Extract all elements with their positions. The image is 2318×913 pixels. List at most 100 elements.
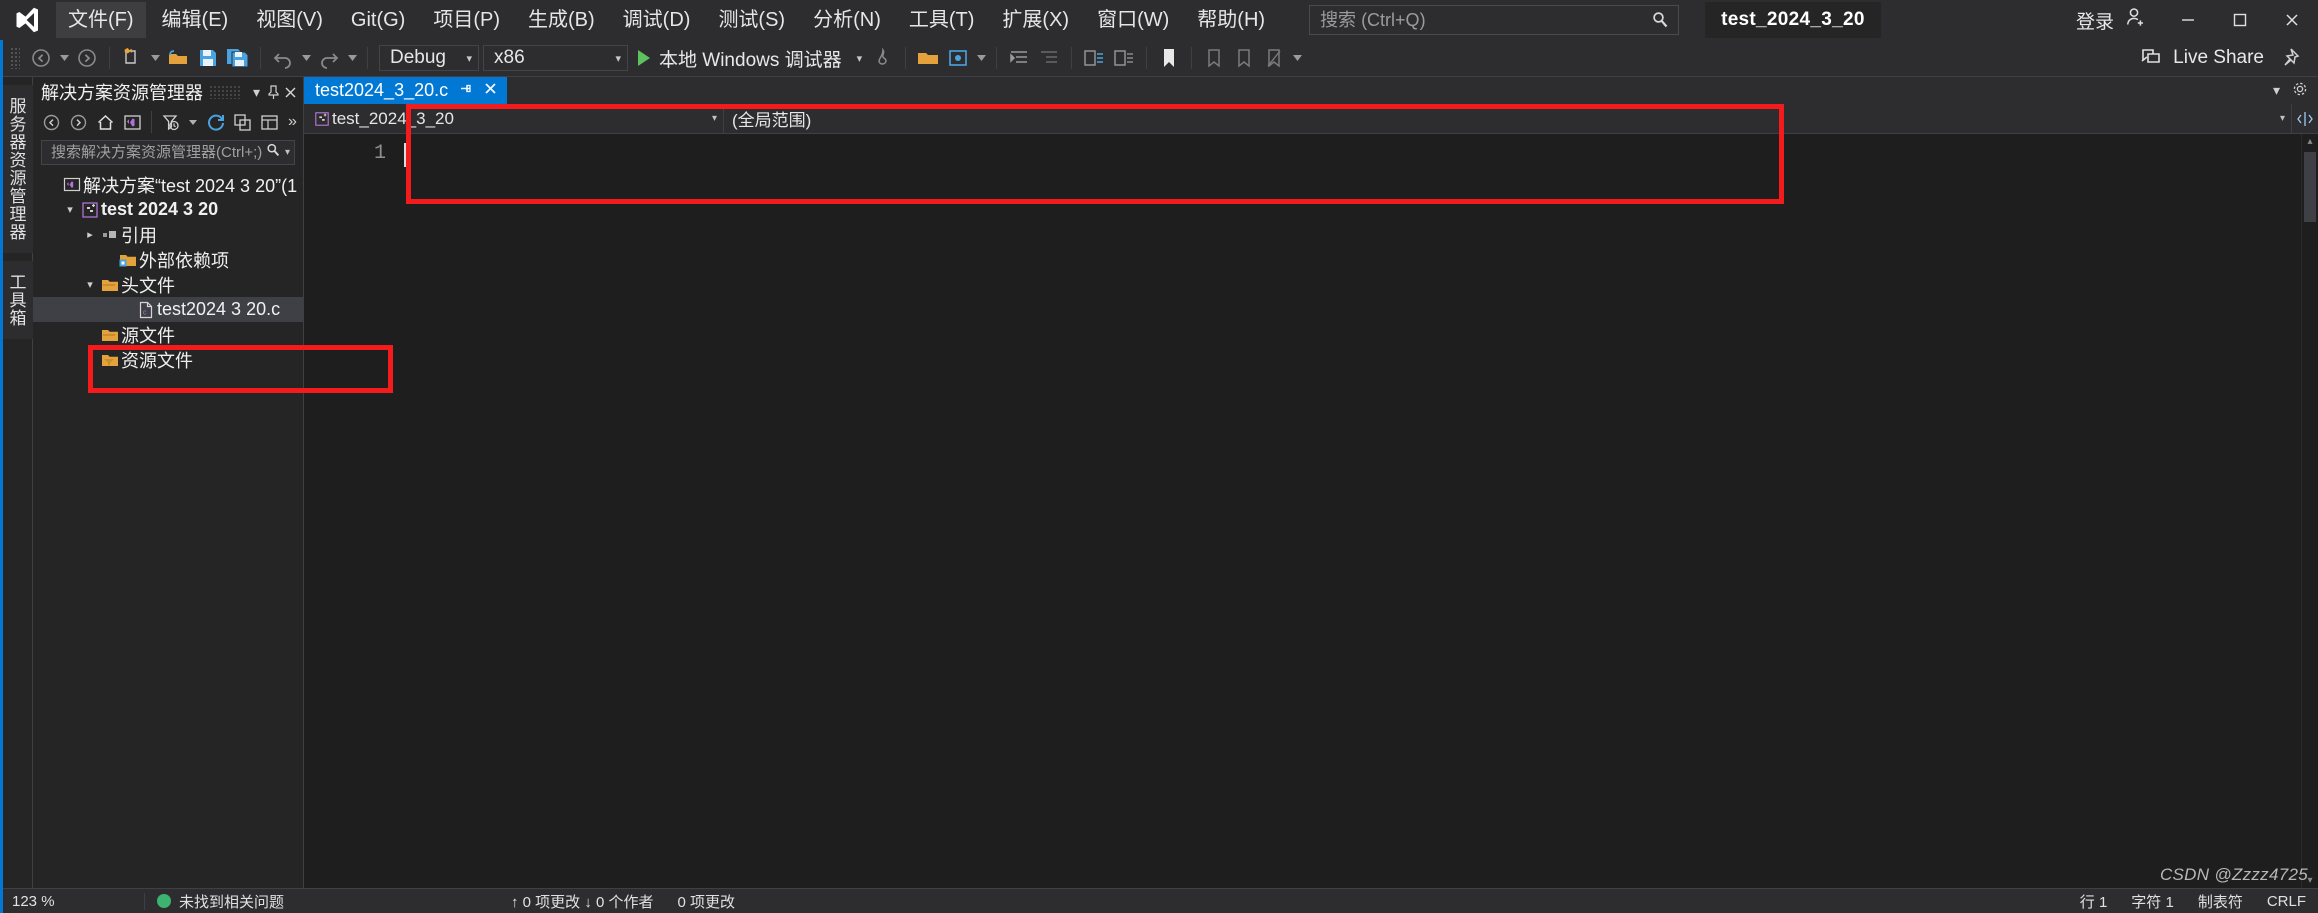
menu-item-tools[interactable]: 工具(T) [897, 2, 987, 38]
close-icon[interactable] [483, 81, 498, 101]
select-item-icon[interactable] [913, 43, 943, 73]
twisty[interactable]: ▾ [81, 278, 99, 291]
chevron-down-icon[interactable]: ▾ [857, 52, 863, 65]
start-debugging-button[interactable]: 本地 Windows 调试器 ▾ [628, 43, 868, 73]
tree-item-external-dependencies[interactable]: 外部依赖项 [33, 247, 303, 272]
pin-icon[interactable] [2274, 43, 2304, 73]
toolbar-overflow-icon[interactable] [1289, 43, 1305, 73]
menu-item-test[interactable]: 测试(S) [706, 2, 797, 38]
comment-lines-icon[interactable] [1079, 43, 1109, 73]
menu-item-edit[interactable]: 编辑(E) [150, 2, 241, 38]
platform-dropdown[interactable]: x86 ▾ [483, 45, 628, 71]
preview-dropdown[interactable] [973, 43, 989, 73]
nav-back-icon[interactable] [39, 110, 64, 135]
home-icon[interactable] [93, 110, 118, 135]
indent-decrease-icon[interactable] [1004, 43, 1034, 73]
menu-item-analyze[interactable]: 分析(N) [801, 2, 893, 38]
settings-icon[interactable] [2292, 81, 2308, 100]
scroll-up-icon[interactable]: ▴ [2302, 136, 2318, 147]
pin-icon[interactable] [265, 80, 282, 104]
save-all-icon[interactable] [223, 43, 253, 73]
left-dock-strip: 服务器资源管理器 工具箱 [0, 77, 34, 888]
menu-item-project[interactable]: 项目(P) [421, 2, 512, 38]
new-project-dropdown[interactable] [147, 43, 163, 73]
new-project-icon[interactable] [117, 43, 147, 73]
clear-bookmarks-icon[interactable] [1259, 43, 1289, 73]
member-scope-dropdown[interactable]: (全局范围) ▾ [724, 104, 2292, 133]
configuration-dropdown[interactable]: Debug ▾ [379, 45, 479, 71]
hot-reload-icon[interactable] [868, 43, 898, 73]
tree-item-label: test 2024 3 20 [101, 199, 219, 219]
previous-bookmark-icon[interactable] [1229, 43, 1259, 73]
bookmark-icon[interactable] [1154, 43, 1184, 73]
twisty[interactable]: ▸ [81, 228, 99, 241]
close-button[interactable] [2266, 0, 2318, 40]
solution-search-box[interactable]: ▾ [41, 140, 295, 165]
menu-item-extensions[interactable]: 扩展(X) [990, 2, 1081, 38]
tree-item-solution[interactable]: 解决方案“test 2024 3 20”(1 个项目 [33, 172, 303, 197]
tree-item-c-file[interactable]: c test2024 3 20.c [33, 297, 303, 322]
menu-item-build[interactable]: 生成(B) [516, 2, 607, 38]
editor-vertical-scrollbar[interactable]: ▴ ▾ [2301, 134, 2318, 888]
source-control-changes[interactable]: ↑ 0 项更改 ↓ 0 个作者 [499, 891, 666, 912]
panel-drag-handle[interactable] [209, 85, 242, 99]
navigate-forward-icon[interactable] [72, 43, 102, 73]
uncomment-lines-icon[interactable] [1109, 43, 1139, 73]
editor-tab-active[interactable]: test2024_3_20.c [304, 77, 508, 104]
dock-tab-server-explorer[interactable]: 服务器资源管理器 [0, 85, 34, 253]
navigate-back-dropdown[interactable] [56, 43, 72, 73]
problems-status[interactable]: 未找到相关问题 [145, 891, 499, 912]
properties-icon[interactable] [257, 110, 282, 135]
tree-item-source-files[interactable]: 源文件 [33, 322, 303, 347]
scrollbar-thumb[interactable] [2304, 152, 2316, 222]
redo-dropdown[interactable] [344, 43, 360, 73]
undo-icon[interactable] [268, 43, 298, 73]
menu-item-window[interactable]: 窗口(W) [1085, 2, 1181, 38]
menu-item-view[interactable]: 视图(V) [244, 2, 335, 38]
tree-item-project[interactable]: ▾ test 2024 3 20 [33, 197, 303, 222]
minimize-button[interactable] [2162, 0, 2214, 40]
chevron-down-icon[interactable]: ▾ [2273, 82, 2280, 99]
menu-item-debug[interactable]: 调试(D) [611, 2, 703, 38]
split-view-icon[interactable] [2292, 104, 2318, 133]
maximize-button[interactable] [2214, 0, 2266, 40]
code-surface[interactable] [400, 134, 2301, 888]
redo-icon[interactable] [314, 43, 344, 73]
collapse-all-icon[interactable] [230, 110, 255, 135]
pin-icon[interactable] [458, 81, 473, 101]
tree-item-references[interactable]: ▸ 引用 [33, 222, 303, 247]
pending-changes-filter-icon[interactable] [158, 110, 183, 135]
solution-search-input[interactable] [49, 143, 265, 162]
menu-item-help[interactable]: 帮助(H) [1185, 2, 1277, 38]
live-share-button[interactable]: Live Share [2140, 44, 2264, 72]
tree-item-resource-files[interactable]: 资源文件 [33, 347, 303, 372]
twisty[interactable]: ▾ [61, 203, 79, 216]
indent-increase-icon[interactable] [1034, 43, 1064, 73]
solution-icon[interactable] [120, 110, 145, 135]
project-scope-dropdown[interactable]: test_2024_3_20 ▾ [304, 104, 724, 133]
code-editor[interactable]: 1 ▴ ▾ [304, 134, 2318, 888]
preview-icon[interactable] [943, 43, 973, 73]
global-search-input[interactable] [1318, 8, 1651, 32]
open-folder-icon[interactable] [163, 43, 193, 73]
menu-item-git[interactable]: Git(G) [339, 2, 417, 38]
save-icon[interactable] [193, 43, 223, 73]
undo-dropdown[interactable] [298, 43, 314, 73]
global-search-box[interactable] [1309, 5, 1680, 35]
zoom-level[interactable]: 123 % [0, 892, 145, 910]
refresh-icon[interactable] [203, 110, 228, 135]
chevron-down-icon[interactable]: ▾ [248, 80, 265, 104]
next-bookmark-icon[interactable] [1199, 43, 1229, 73]
navigate-back-icon[interactable] [26, 43, 56, 73]
pending-changes[interactable]: 0 项更改 [666, 891, 748, 912]
sign-in-button[interactable]: 登录 [2062, 5, 2162, 35]
nav-forward-icon[interactable] [66, 110, 91, 135]
toolbar-grip[interactable] [10, 47, 20, 69]
dock-tab-toolbox[interactable]: 工具箱 [0, 261, 34, 339]
chevron-down-icon[interactable]: ▾ [281, 147, 290, 158]
se-overflow-icon[interactable]: » [284, 113, 297, 131]
menu-item-file[interactable]: 文件(F) [56, 2, 146, 38]
tree-item-header-files[interactable]: ▾ 头文件 [33, 272, 303, 297]
close-icon[interactable] [282, 80, 299, 104]
filter-dropdown[interactable] [185, 107, 201, 137]
